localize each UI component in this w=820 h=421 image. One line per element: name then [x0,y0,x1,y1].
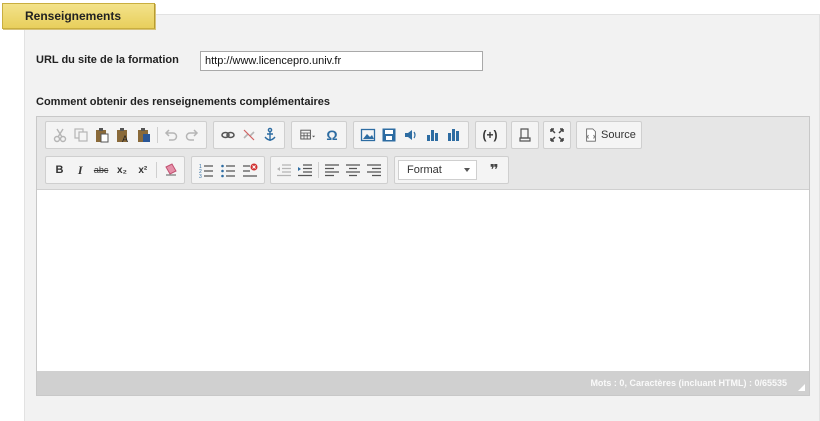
toolbar-separator [157,127,158,143]
bulleted-list-icon[interactable] [217,159,239,181]
comment-label: Comment obtenir des renseignements compl… [36,96,331,108]
special-char-icon[interactable]: Ω [321,124,343,146]
audio-icon[interactable] [400,124,422,146]
strike-button[interactable]: abc [91,159,112,181]
list-group: 123 [191,156,265,184]
table-icon[interactable] [295,124,321,146]
italic-button[interactable]: I [70,159,91,181]
link-group [213,121,285,149]
source-button[interactable]: Source [580,124,640,146]
blockquote-button[interactable]: ❞ [483,159,505,181]
undo-icon[interactable] [161,124,182,146]
redo-icon[interactable] [182,124,203,146]
unlink-icon[interactable] [238,124,259,146]
chart-alt-icon[interactable] [443,124,465,146]
paste-word-icon[interactable] [133,124,154,146]
template-group [511,121,539,149]
cut-icon[interactable] [49,124,70,146]
clipboard-group: A [45,121,207,149]
paste-text-icon[interactable]: A [112,124,133,146]
media-group [353,121,469,149]
editor-content-area[interactable] [37,190,809,371]
word-count-status: Mots : 0, Caractères (incluant HTML) : 0… [590,378,787,388]
anchor-icon[interactable] [260,124,281,146]
format-group: Format ❞ [394,156,509,184]
paste-icon[interactable] [91,124,112,146]
align-left-icon[interactable] [322,159,343,181]
align-center-icon[interactable] [343,159,364,181]
svg-text:A: A [122,134,128,143]
maximize-icon[interactable] [547,124,567,146]
chevron-down-icon [464,168,471,172]
remove-format-icon[interactable] [160,159,181,181]
source-label: Source [601,129,636,141]
source-icon [586,128,596,142]
toolbar-separator [156,162,158,178]
bold-button[interactable]: B [49,159,70,181]
outdent-icon[interactable] [274,159,295,181]
format-label: Format [407,164,442,176]
link-icon[interactable] [217,124,238,146]
placeholder-icon[interactable]: (+) [479,124,501,146]
editor-statusbar: Mots : 0, Caractères (incluant HTML) : 0… [37,371,809,395]
align-group [270,156,388,184]
templates-icon[interactable] [515,124,535,146]
toolbar-separator [318,162,320,178]
flash-icon[interactable] [379,124,401,146]
editor-toolbar: A Ω (+) Source B I abc x₂ x² 1 2 3 Forma… [37,117,809,190]
copy-icon[interactable] [70,124,91,146]
image-icon[interactable] [357,124,379,146]
subscript-button[interactable]: x₂ [112,159,133,181]
placeholder-group: (+) [475,121,507,149]
superscript-button[interactable]: x² [132,159,153,181]
indent-icon[interactable] [295,159,316,181]
url-label: URL du site de la formation [36,54,179,66]
remove-list-icon[interactable] [239,159,261,181]
maximize-group [543,121,571,149]
rich-text-editor: A Ω (+) Source B I abc x₂ x² 1 2 3 Forma… [36,116,810,396]
svg-text:3: 3 [199,174,202,178]
url-input[interactable] [200,51,483,71]
numbered-list-icon[interactable]: 123 [195,159,217,181]
source-group: Source [576,121,642,149]
align-right-icon[interactable] [363,159,384,181]
chart-icon[interactable] [422,124,444,146]
insert-group: Ω [291,121,347,149]
section-tab[interactable]: Renseignements [2,3,155,29]
resize-handle-icon[interactable] [798,384,805,391]
format-select[interactable]: Format [398,160,478,180]
basic-styles-group: B I abc x₂ x² [45,156,185,184]
